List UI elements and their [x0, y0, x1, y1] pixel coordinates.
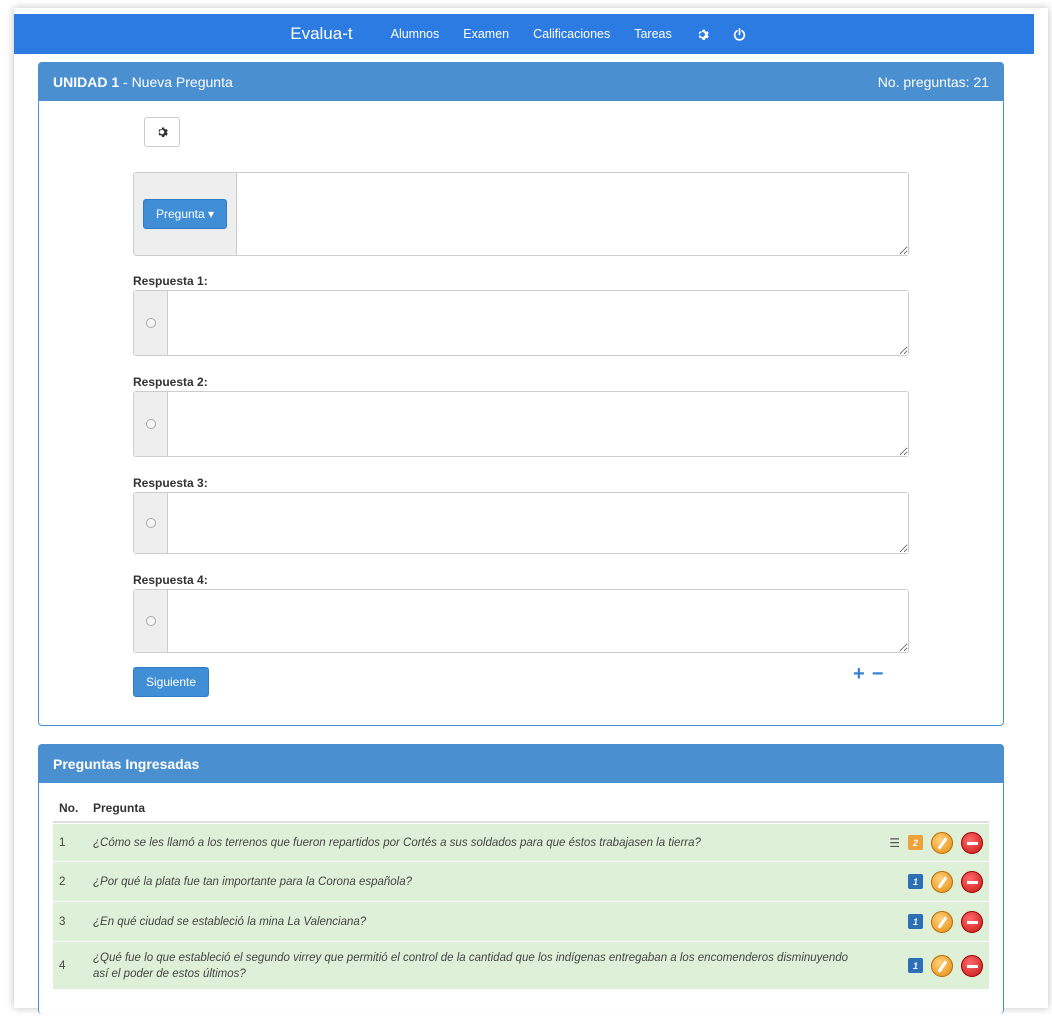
answer-input-group-2 — [133, 391, 909, 457]
answer-count-badge: 2 — [908, 835, 923, 850]
question-count: No. preguntas: 21 — [877, 74, 989, 90]
settings-button[interactable] — [144, 117, 180, 147]
answer-label-1: Respuesta 1: — [133, 274, 208, 288]
edit-icon[interactable] — [931, 954, 953, 977]
answer-textarea-3[interactable] — [168, 493, 908, 553]
delete-icon[interactable] — [961, 910, 983, 933]
col-header-question: Pregunta — [93, 801, 146, 815]
answer-textarea-2[interactable] — [168, 392, 908, 456]
row-actions: 1 — [849, 870, 989, 893]
answer-input-group-1 — [133, 290, 909, 356]
answer-addon-4 — [134, 590, 168, 652]
answer-addon-1 — [134, 291, 168, 355]
answer-label-3: Respuesta 3: — [133, 476, 208, 490]
col-header-no: No. — [59, 801, 79, 815]
nav-link-tareas[interactable]: Tareas — [634, 27, 672, 41]
brand-logo[interactable]: Evalua-t — [290, 24, 352, 44]
caret-down-icon: ▾ — [204, 207, 215, 221]
edit-icon[interactable] — [931, 831, 953, 854]
plus-icon[interactable]: + — [853, 663, 868, 686]
row-number: 4 — [59, 959, 66, 972]
row-question: ¿En qué ciudad se estableció la mina La … — [93, 915, 367, 928]
table-row: 4 ¿Qué fue lo que estableció el segundo … — [53, 941, 989, 989]
delete-icon[interactable] — [961, 954, 983, 977]
entered-questions-panel: Preguntas Ingresadas No. Pregunta 1 ¿Cóm… — [38, 744, 1004, 1014]
nav-link-calificaciones[interactable]: Calificaciones — [533, 27, 610, 41]
delete-icon[interactable] — [961, 831, 983, 854]
answer-radio-3[interactable] — [145, 518, 156, 528]
top-navbar: Evalua-t Alumnos Examen Calificaciones T… — [14, 14, 1034, 54]
delete-icon[interactable] — [961, 870, 983, 893]
question-addon: Pregunta ▾ — [134, 173, 237, 255]
gear-icon — [158, 127, 168, 138]
row-question: ¿Por qué la plata fue tan importante par… — [93, 875, 413, 888]
table-row: 1 ¿Cómo se les llamó a los terrenos que … — [53, 823, 989, 861]
add-remove-answer-controls: + − — [853, 663, 886, 686]
answer-count-badge: 1 — [908, 874, 923, 889]
edit-icon[interactable] — [931, 910, 953, 933]
row-actions: 1 — [849, 954, 989, 977]
new-question-panel-heading: UNIDAD 1 - Nueva Pregunta No. preguntas:… — [39, 63, 1003, 101]
row-actions: 1 — [849, 910, 989, 933]
new-question-panel: UNIDAD 1 - Nueva Pregunta No. preguntas:… — [38, 62, 1004, 726]
gear-icon[interactable] — [696, 28, 709, 41]
question-textarea[interactable] — [237, 173, 908, 255]
answer-addon-2 — [134, 392, 168, 456]
row-number: 2 — [59, 875, 66, 888]
answer-addon-3 — [134, 493, 168, 553]
answer-count-badge: 1 — [908, 958, 923, 973]
minus-icon[interactable]: − — [872, 663, 887, 686]
questions-table: No. Pregunta 1 ¿Cómo se les llamó a los … — [53, 795, 989, 989]
row-question: ¿Qué fue lo que estableció el segundo vi… — [93, 951, 849, 980]
list-icon[interactable]: ☰ — [889, 836, 900, 850]
answer-input-group-3 — [133, 492, 909, 554]
answer-radio-1[interactable] — [145, 318, 156, 328]
answer-radio-4[interactable] — [145, 616, 156, 626]
table-header: No. Pregunta — [53, 795, 989, 823]
nav-link-examen[interactable]: Examen — [463, 27, 509, 41]
entered-questions-title: Preguntas Ingresadas — [53, 756, 200, 772]
edit-icon[interactable] — [931, 870, 953, 893]
row-number: 1 — [59, 836, 66, 849]
entered-questions-heading: Preguntas Ingresadas — [39, 745, 1003, 783]
next-button[interactable]: Siguiente — [133, 667, 210, 697]
power-icon[interactable] — [733, 27, 746, 41]
table-row: 3 ¿En qué ciudad se estableció la mina L… — [53, 901, 989, 941]
question-type-dropdown[interactable]: Pregunta ▾ — [142, 199, 228, 229]
question-input-group: Pregunta ▾ — [133, 172, 909, 256]
nav-link-alumnos[interactable]: Alumnos — [391, 27, 440, 41]
row-number: 3 — [59, 915, 66, 928]
table-row: 2 ¿Por qué la plata fue tan importante p… — [53, 861, 989, 901]
answer-input-group-4 — [133, 589, 909, 653]
answer-radio-2[interactable] — [145, 419, 156, 429]
answer-textarea-4[interactable] — [168, 590, 908, 652]
answer-label-4: Respuesta 4: — [133, 573, 208, 587]
row-actions: ☰ 2 — [849, 831, 989, 854]
panel-title: UNIDAD 1 - Nueva Pregunta — [53, 74, 233, 90]
answer-textarea-1[interactable] — [168, 291, 908, 355]
row-question: ¿Cómo se les llamó a los terrenos que fu… — [93, 836, 701, 849]
answer-count-badge: 1 — [908, 914, 923, 929]
answer-label-2: Respuesta 2: — [133, 375, 208, 389]
